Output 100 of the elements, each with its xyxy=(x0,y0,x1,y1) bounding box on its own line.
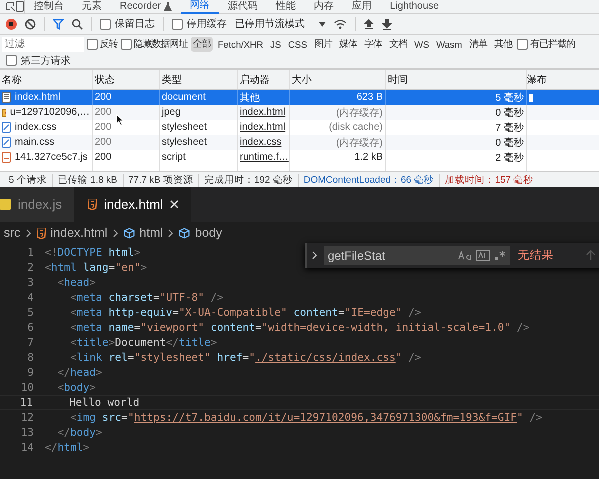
type-filter[interactable]: 其他 xyxy=(492,37,514,52)
device-icon[interactable] xyxy=(16,1,24,12)
request-row[interactable]: index.html 200 document 其他 623 B 5 毫秒 xyxy=(0,90,599,105)
type-filter[interactable]: 文档 xyxy=(387,37,410,52)
request-name: index.html xyxy=(15,92,61,103)
type-filter[interactable]: WS xyxy=(412,38,432,50)
code-line: <title>Document</title> xyxy=(70,336,218,349)
panel-tab[interactable]: Lighthouse xyxy=(381,0,448,12)
match-case-icon[interactable] xyxy=(458,251,472,260)
cube-icon xyxy=(124,228,135,238)
code-line: <meta charset="UTF-8" /> xyxy=(70,291,224,304)
type-filter[interactable]: JS xyxy=(268,38,284,50)
chevron-icon xyxy=(112,228,119,238)
html-file-icon xyxy=(36,228,46,238)
type-filter[interactable]: 图片 xyxy=(312,37,334,52)
initiator[interactable]: runtime.f… xyxy=(240,152,289,163)
resource-type: stylesheet xyxy=(162,122,208,133)
line-number: 6 xyxy=(26,321,35,334)
checkbox-label: 隐藏数据网址 xyxy=(134,38,188,51)
mouse-pointer-icon xyxy=(116,114,124,126)
initiator[interactable]: index.html xyxy=(240,122,286,133)
throttling-dropdown[interactable]: 已停用节流模式 xyxy=(235,17,326,31)
request-row[interactable]: 141.327ce5c7.js 200 script runtime.f… 1.2 kB 2 毫秒 xyxy=(0,150,599,165)
breadcrumb-item[interactable]: html xyxy=(124,226,164,240)
time-value: 2 毫秒 xyxy=(496,152,524,164)
code-line: <meta http-equiv="X-UA-Compatible" content="IE=edge" /> xyxy=(70,306,422,319)
panel-tab[interactable]: 控制台 xyxy=(25,0,73,12)
panel-tab[interactable]: 元素 xyxy=(73,0,111,12)
request-name: index.css xyxy=(15,122,57,133)
checkbox[interactable] xyxy=(172,18,183,30)
column-header[interactable]: 启动器 xyxy=(240,72,270,86)
waterfall-bar xyxy=(529,94,533,102)
breadcrumb-item[interactable]: src xyxy=(4,226,21,240)
editor-tab[interactable]: index.html xyxy=(74,187,192,222)
code-line: </html> xyxy=(45,441,90,454)
time-value: 0 毫秒 xyxy=(496,136,524,150)
upload-icon[interactable] xyxy=(364,18,374,30)
time-value: 5 毫秒 xyxy=(496,92,524,104)
editor-tab[interactable]: index.js xyxy=(0,187,74,222)
type-filter[interactable]: 字体 xyxy=(362,37,384,52)
regex-icon[interactable] xyxy=(494,250,506,261)
code-line: <html lang="en"> xyxy=(45,261,148,274)
request-row[interactable]: main.css 200 stylesheet index.css (内存缓存) 0 毫秒 xyxy=(0,135,599,150)
line-number: 12 xyxy=(20,411,35,424)
type-filter[interactable]: 全部 xyxy=(191,37,213,52)
size-value: 1.2 kB xyxy=(354,152,383,163)
resource-type: script xyxy=(162,152,186,163)
column-header[interactable]: 状态 xyxy=(95,72,115,86)
network-conditions-icon[interactable] xyxy=(334,18,347,30)
clear-icon[interactable] xyxy=(25,18,36,30)
line-number: 2 xyxy=(26,261,35,274)
column-header[interactable]: 大小 xyxy=(292,72,312,86)
caret-icon xyxy=(319,22,326,26)
column-header[interactable]: 瀑布 xyxy=(527,72,547,86)
line-number: 9 xyxy=(26,366,35,379)
checkbox[interactable] xyxy=(121,39,132,50)
whole-word-icon[interactable] xyxy=(476,250,490,261)
status-text: 加载时间：157 毫秒 xyxy=(444,174,535,187)
initiator[interactable]: index.css xyxy=(240,137,282,148)
panel-tab[interactable]: Recorder xyxy=(111,0,182,12)
line-number: 13 xyxy=(20,426,35,439)
filter-field[interactable]: 过滤 xyxy=(2,37,84,52)
search-icon[interactable] xyxy=(72,18,83,30)
breadcrumb-item[interactable]: body xyxy=(179,226,222,240)
inspect-icon[interactable] xyxy=(6,2,16,12)
type-filter[interactable]: 清单 xyxy=(467,37,490,52)
filter-icon[interactable] xyxy=(53,18,64,30)
size-value: (disk cache) xyxy=(329,122,383,133)
checkbox-label: 保留日志 xyxy=(115,18,155,31)
find-field[interactable]: getFileStat xyxy=(324,246,510,265)
code-line: <!DOCTYPE html> xyxy=(45,246,141,259)
column-header[interactable]: 类型 xyxy=(162,72,182,86)
resource-type: jpeg xyxy=(162,107,181,118)
breadcrumb-item[interactable]: index.html xyxy=(36,226,108,240)
column-header[interactable]: 名称 xyxy=(2,72,22,86)
request-row[interactable]: u=1297102096,… 200 jpeg index.html (内存缓存) 0 毫秒 xyxy=(0,105,599,120)
checkbox[interactable] xyxy=(517,39,528,50)
code-line: <meta name="viewport" content="width=device-width, initial-scale=1.0" /> xyxy=(70,321,530,334)
stop-recording-icon[interactable] xyxy=(6,18,17,30)
type-filter[interactable]: Fetch/XHR xyxy=(216,38,266,50)
column-header[interactable]: 时间 xyxy=(388,72,408,86)
line-number: 5 xyxy=(26,306,35,319)
close-icon[interactable] xyxy=(170,200,180,209)
download-icon[interactable] xyxy=(382,18,392,30)
type-filter[interactable]: Wasm xyxy=(434,38,464,50)
time-value: 0 毫秒 xyxy=(496,106,524,120)
checkbox[interactable] xyxy=(87,39,98,50)
line-number: 10 xyxy=(20,381,35,394)
panel-tab[interactable]: 源代码 xyxy=(219,0,268,12)
initiator[interactable]: index.html xyxy=(240,107,286,118)
type-filter[interactable]: CSS xyxy=(286,38,310,50)
size-value: (内存缓存) xyxy=(336,136,383,150)
panel-tab[interactable]: 应用 xyxy=(343,0,382,12)
panel-tab[interactable]: 内存 xyxy=(305,0,344,12)
resource-type: document xyxy=(162,92,206,103)
type-filter[interactable]: 媒体 xyxy=(337,37,360,52)
chevron-icon[interactable] xyxy=(312,251,318,260)
checkbox[interactable] xyxy=(6,55,17,66)
checkbox[interactable] xyxy=(100,18,111,30)
panel-tab[interactable]: 性能 xyxy=(267,0,306,12)
